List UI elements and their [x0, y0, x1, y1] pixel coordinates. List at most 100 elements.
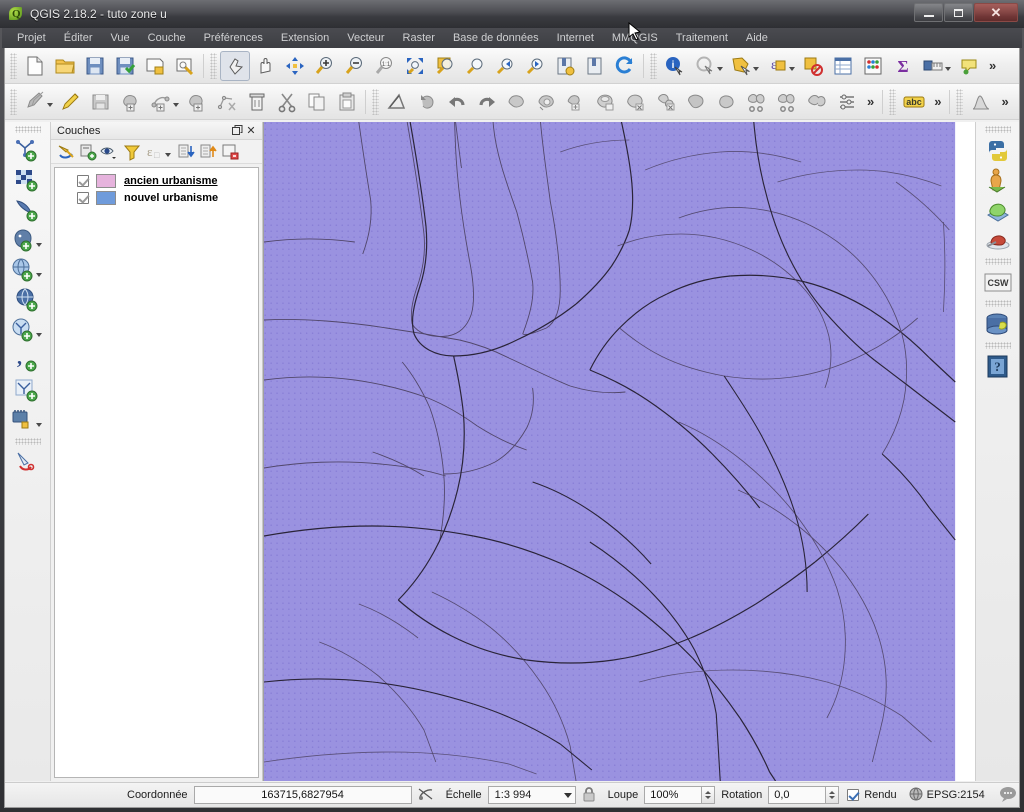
- new-project-icon[interactable]: [20, 51, 50, 81]
- chevron-down-icon[interactable]: [165, 153, 171, 157]
- toolbar-grip[interactable]: [210, 52, 217, 79]
- undo-icon[interactable]: [442, 87, 472, 117]
- openlayers-plugin-icon[interactable]: [977, 196, 1019, 226]
- toolbar-grip[interactable]: [10, 52, 17, 79]
- menu-editer[interactable]: Éditer: [55, 30, 102, 46]
- delete-selected-icon[interactable]: [242, 87, 272, 117]
- node-tool-icon[interactable]: [212, 87, 242, 117]
- coordinate-field[interactable]: 163715,6827954: [193, 786, 412, 804]
- add-wms-layer-icon[interactable]: [7, 256, 49, 286]
- minimize-button[interactable]: [914, 3, 943, 22]
- add-ring-icon[interactable]: [532, 87, 562, 117]
- layer-name-label[interactable]: nouvel urbanisme: [124, 192, 218, 204]
- zoom-to-layer-icon[interactable]: [400, 51, 430, 81]
- pan-map-icon[interactable]: [220, 50, 250, 81]
- toolbar-grip[interactable]: [372, 88, 379, 115]
- add-group-icon[interactable]: [77, 142, 98, 162]
- add-wfs-layer-icon[interactable]: [7, 316, 49, 346]
- merge-attributes-icon[interactable]: [832, 87, 862, 117]
- show-bookmarks-icon[interactable]: [580, 51, 610, 81]
- zoom-out-icon[interactable]: [340, 51, 370, 81]
- remove-layer-icon[interactable]: [220, 142, 241, 162]
- rotation-spinbox[interactable]: 0,0: [768, 786, 840, 804]
- chevron-down-icon[interactable]: [563, 792, 572, 798]
- fill-ring-icon[interactable]: [592, 87, 622, 117]
- qgis2web-icon[interactable]: [977, 226, 1019, 256]
- label-abc-icon[interactable]: abc: [899, 87, 929, 117]
- zoom-previous-icon[interactable]: [490, 51, 520, 81]
- save-project-as-icon[interactable]: [110, 51, 140, 81]
- add-wcs-layer-icon[interactable]: [7, 286, 49, 316]
- open-project-icon[interactable]: [50, 51, 80, 81]
- database-manager-icon[interactable]: [977, 310, 1019, 340]
- magnifier-spinbox[interactable]: 100%: [644, 786, 716, 804]
- merge-features-icon[interactable]: [802, 87, 832, 117]
- histogram-stretch-icon[interactable]: [966, 87, 996, 117]
- map-canvas[interactable]: [263, 122, 975, 781]
- menu-vue[interactable]: Vue: [102, 30, 139, 46]
- menu-raster[interactable]: Raster: [394, 30, 444, 46]
- menu-vecteur[interactable]: Vecteur: [338, 30, 393, 46]
- layer-item-ancien-urbanisme[interactable]: ancien urbanisme: [55, 172, 258, 189]
- digitizing-overflow-button[interactable]: »: [862, 94, 879, 109]
- map-tips-icon[interactable]: [954, 51, 984, 81]
- redo-icon[interactable]: [472, 87, 502, 117]
- statistical-summary-icon[interactable]: Σ: [888, 51, 918, 81]
- open-attribute-table-icon[interactable]: [828, 51, 858, 81]
- menu-traitement[interactable]: Traitement: [667, 30, 737, 46]
- identify-features-icon[interactable]: i: [660, 51, 690, 81]
- python-console-icon[interactable]: [977, 136, 1019, 166]
- move-feature-icon[interactable]: [182, 87, 212, 117]
- pan-to-selection-icon[interactable]: [250, 51, 280, 81]
- close-button[interactable]: ✕: [974, 3, 1018, 22]
- toolbar-grip[interactable]: [889, 88, 897, 115]
- measure-line-icon[interactable]: [918, 51, 948, 81]
- label-overflow-button[interactable]: »: [929, 94, 946, 109]
- menu-aide[interactable]: Aide: [737, 30, 777, 46]
- layers-tree[interactable]: ancien urbanisme nouvel urbanisme: [54, 167, 259, 778]
- layer-styling-icon[interactable]: [55, 142, 76, 162]
- split-parts-icon[interactable]: [772, 87, 802, 117]
- zoom-native-icon[interactable]: 1:1: [370, 51, 400, 81]
- help-icon[interactable]: ?: [977, 352, 1019, 382]
- new-shapefile-layer-icon[interactable]: [7, 376, 49, 406]
- style-manager-icon[interactable]: [7, 448, 49, 478]
- layer-name-label[interactable]: ancien urbanisme: [124, 175, 218, 187]
- magnifier-value[interactable]: 100%: [644, 786, 703, 804]
- split-features-icon[interactable]: [742, 87, 772, 117]
- select-features-icon[interactable]: [690, 51, 720, 81]
- toolbar-grip[interactable]: [984, 342, 1011, 349]
- filter-legend-expression-icon[interactable]: ε □: [143, 142, 164, 162]
- render-checkbox[interactable]: [847, 789, 860, 801]
- select-by-polygon-icon[interactable]: [726, 51, 756, 81]
- refresh-icon[interactable]: [610, 51, 640, 81]
- zoom-full-icon[interactable]: [280, 51, 310, 81]
- delete-ring-icon[interactable]: [622, 87, 652, 117]
- lock-scale-icon[interactable]: [582, 786, 596, 805]
- save-layer-edits-icon[interactable]: [86, 87, 116, 117]
- add-raster-layer-icon[interactable]: [7, 166, 49, 196]
- add-part-icon[interactable]: [562, 87, 592, 117]
- menu-base-de-donnees[interactable]: Base de données: [444, 30, 548, 46]
- layer-item-nouvel-urbanisme[interactable]: nouvel urbanisme: [55, 189, 258, 206]
- zoom-next-icon[interactable]: [520, 51, 550, 81]
- cut-features-icon[interactable]: [272, 87, 302, 117]
- chevron-down-icon[interactable]: [35, 273, 42, 277]
- composer-manager-icon[interactable]: [170, 51, 200, 81]
- chevron-down-icon[interactable]: [35, 423, 42, 427]
- manage-layer-visibility-icon[interactable]: [99, 142, 120, 162]
- rotate-feature-icon[interactable]: [412, 87, 442, 117]
- menu-projet[interactable]: Projet: [8, 30, 55, 46]
- save-project-icon[interactable]: [80, 51, 110, 81]
- add-spatialite-layer-icon[interactable]: [7, 196, 49, 226]
- paste-features-icon[interactable]: [332, 87, 362, 117]
- float-panel-icon[interactable]: [230, 124, 244, 138]
- zoom-to-selection-icon[interactable]: [430, 51, 460, 81]
- select-by-expression-icon[interactable]: ε: [762, 51, 792, 81]
- messages-log-icon[interactable]: [999, 786, 1017, 805]
- zoom-last-icon[interactable]: [460, 51, 490, 81]
- layer-visibility-checkbox[interactable]: [77, 174, 89, 187]
- chevron-down-icon[interactable]: [35, 333, 42, 337]
- raster-overflow-button[interactable]: »: [996, 94, 1013, 109]
- menu-extension[interactable]: Extension: [272, 30, 338, 46]
